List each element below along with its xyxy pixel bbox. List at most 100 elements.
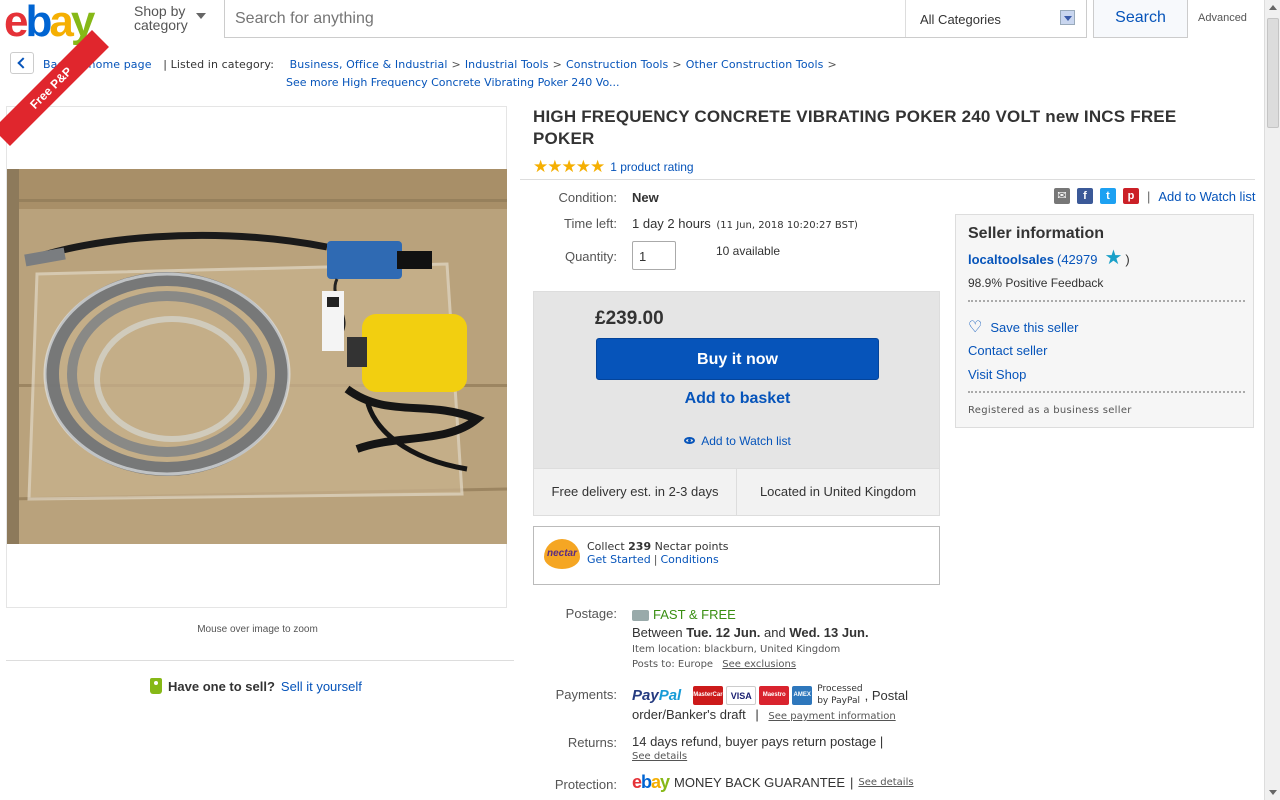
sell-it-yourself-link[interactable]: Sell it yourself xyxy=(281,679,362,694)
between-label: Between xyxy=(632,625,683,640)
watch-list-label: Add to Watch list xyxy=(701,434,791,448)
see-payment-info-link[interactable]: See payment information xyxy=(768,711,895,722)
scrollbar-thumb[interactable] xyxy=(1267,18,1279,128)
breadcrumb-item[interactable]: Industrial Tools xyxy=(465,58,549,71)
breadcrumb-item[interactable]: Other Construction Tools xyxy=(686,58,824,71)
positive-feedback: 98.9% Positive Feedback xyxy=(968,276,1104,290)
mail-icon[interactable]: ✉ xyxy=(1054,188,1070,204)
product-image-frame[interactable]: Free P&P xyxy=(0,30,507,608)
price: £239.00 xyxy=(595,308,664,329)
postage-info: FAST & FREE Between Tue. 12 Jun. and Wed… xyxy=(632,606,932,673)
scrollbar[interactable] xyxy=(1264,0,1280,800)
product-photo[interactable] xyxy=(7,169,507,544)
search-button[interactable]: Search xyxy=(1093,0,1188,38)
quantity-input[interactable]: 1 xyxy=(632,241,676,270)
time-left-label: Time left: xyxy=(564,216,617,231)
sell-question: Have one to sell? xyxy=(168,678,275,694)
breadcrumb-item[interactable]: Construction Tools xyxy=(566,58,668,71)
separator: | xyxy=(755,707,759,722)
breadcrumb-separator: > xyxy=(552,58,562,71)
price-tag-icon xyxy=(150,678,162,694)
delivery-estimate: Free delivery est. in 2-3 days xyxy=(551,484,719,499)
shop-by-label: Shop by xyxy=(134,3,186,19)
score-close: ) xyxy=(1125,252,1130,267)
delivery-info: Free delivery est. in 2-3 days Located i… xyxy=(533,469,940,516)
chevron-down-icon xyxy=(196,13,206,19)
logo-letter: e xyxy=(632,772,642,792)
ebay-logo[interactable]: ebay xyxy=(4,0,95,46)
divider xyxy=(6,660,514,661)
seller-username-link[interactable]: localtoolsales xyxy=(968,252,1054,267)
nectar-get-started-link[interactable]: Get Started xyxy=(587,553,651,566)
contact-seller-link[interactable]: Contact seller xyxy=(968,343,1047,358)
buy-it-now-button[interactable]: Buy it now xyxy=(596,338,879,380)
nectar-box: nectar Collect 239 Nectar points Get Sta… xyxy=(533,526,940,585)
mastercard-icon: MasterCard xyxy=(693,685,726,705)
header: ebay Shop by category All Categories Sea… xyxy=(0,0,1264,46)
registered-business-seller: Registered as a business seller xyxy=(968,405,1132,416)
rating-link[interactable]: 1 product rating xyxy=(610,160,693,174)
returns-see-details-link[interactable]: See details xyxy=(632,751,883,762)
paypal-logo-part: Pay xyxy=(632,686,659,704)
rating-stars-icon: ★★★★★ xyxy=(533,157,605,176)
facebook-icon[interactable]: f xyxy=(1077,188,1093,204)
logo-letter: a xyxy=(651,772,661,792)
nectar-logo: nectar xyxy=(544,539,580,569)
breadcrumb: Back to home page | Listed in category: … xyxy=(43,58,841,71)
add-to-watch-list-link[interactable]: Add to Watch list xyxy=(1158,189,1255,204)
breadcrumb-separator: > xyxy=(451,58,461,71)
delivery-date-start: Tue. 12 Jun. xyxy=(686,625,761,640)
nectar-conditions-link[interactable]: Conditions xyxy=(660,553,718,566)
product-photo-illustration xyxy=(7,169,507,544)
and-label: and xyxy=(764,625,786,640)
amex-icon: AMEX xyxy=(792,685,813,705)
item-location-detail: Item location: blackburn, United Kingdom xyxy=(632,644,841,655)
feedback-star-icon: ★ xyxy=(1104,247,1123,269)
scroll-up-icon[interactable] xyxy=(1265,0,1280,16)
share-separator: | xyxy=(1147,188,1151,204)
item-location: Located in United Kingdom xyxy=(736,469,939,515)
dropdown-arrow-icon xyxy=(1060,10,1075,25)
divider xyxy=(520,179,1255,180)
pinterest-icon[interactable]: p xyxy=(1123,188,1139,204)
seller-feedback-score[interactable]: (42979 xyxy=(1057,252,1097,267)
category-select[interactable]: All Categories xyxy=(905,0,1087,37)
available-count: 10 available xyxy=(716,244,781,258)
processed-label: Processed xyxy=(817,684,863,694)
visit-shop-link[interactable]: Visit Shop xyxy=(968,367,1026,382)
condition-value: New xyxy=(632,190,659,205)
heart-icon: ♡ xyxy=(968,319,983,336)
seller-name: localtoolsales (42979 ★ ) xyxy=(968,247,1130,270)
nectar-text: Collect 239 Nectar points Get Started | Co… xyxy=(587,540,729,566)
divider xyxy=(968,300,1245,302)
delivery-date-end: Wed. 13 Jun. xyxy=(789,625,869,640)
shop-by-category-button[interactable]: Shop by category xyxy=(134,3,206,32)
returns-label: Returns: xyxy=(567,735,617,750)
logo-letter: b xyxy=(25,0,52,46)
breadcrumb-item[interactable]: Business, Office & Industrial xyxy=(290,58,448,71)
seller-heading: Seller information xyxy=(968,225,1105,242)
twitter-icon[interactable]: t xyxy=(1100,188,1116,204)
save-seller-button[interactable]: ♡ Save this seller xyxy=(968,317,1079,337)
seller-info-panel: Seller information localtoolsales (42979… xyxy=(955,214,1254,428)
payments-label: Payments: xyxy=(555,687,617,702)
protection-see-details-link[interactable]: See details xyxy=(858,777,913,788)
time-left-value: 1 day 2 hours xyxy=(632,216,711,231)
sell-prompt: Have one to sell? Sell it yourself xyxy=(150,678,362,694)
advanced-search-link[interactable]: Advanced xyxy=(1198,12,1247,24)
product-rating: ★★★★★ 1 product rating xyxy=(533,157,694,177)
ebay-mini-logo: ebay xyxy=(632,772,670,793)
protection-label: Protection: xyxy=(554,777,617,792)
by-paypal-label: by PayPal xyxy=(817,696,861,706)
see-exclusions-link[interactable]: See exclusions xyxy=(722,659,796,670)
search-input[interactable] xyxy=(225,0,905,37)
watch-list-button[interactable]: Add to Watch list xyxy=(596,434,879,448)
nectar-collect: Collect xyxy=(587,540,625,553)
search-bar: All Categories xyxy=(224,0,1087,38)
see-more-link[interactable]: See more High Frequency Concrete Vibrati… xyxy=(286,76,620,89)
money-back-guarantee: MONEY BACK GUARANTEE xyxy=(674,775,846,790)
back-arrow-icon[interactable] xyxy=(10,52,34,74)
scroll-down-icon[interactable] xyxy=(1265,784,1280,800)
posts-to: Posts to: Europe xyxy=(632,659,714,670)
add-to-basket-button[interactable]: Add to basket xyxy=(596,390,879,408)
